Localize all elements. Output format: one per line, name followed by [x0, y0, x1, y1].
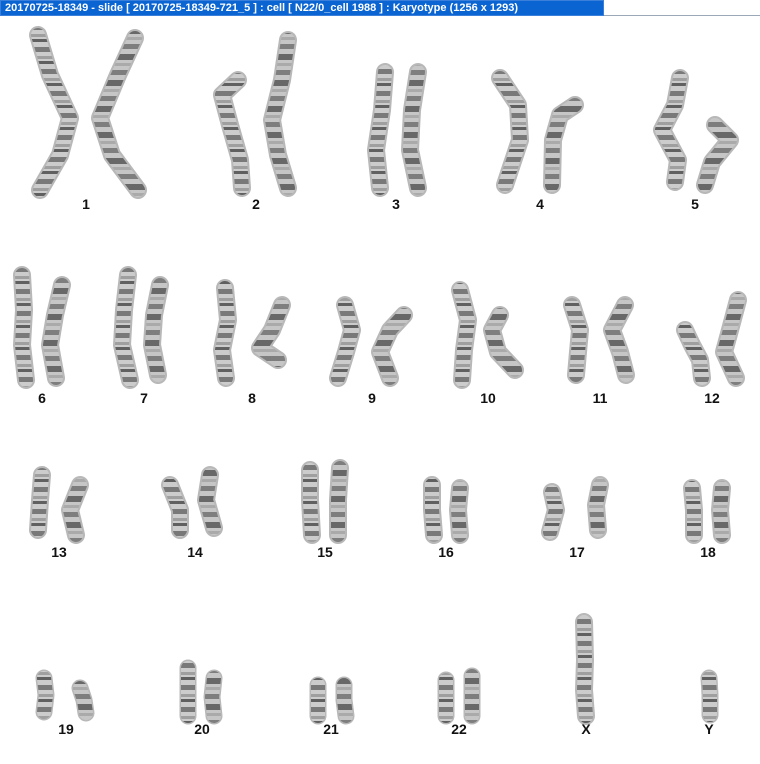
chromosome-label-12: 12 [704, 390, 720, 406]
chromatid-bands [331, 461, 347, 542]
chromatid-bands [403, 65, 425, 195]
chromosome-label-9: 9 [368, 390, 376, 406]
chromosome-label-17: 17 [569, 544, 585, 560]
chromosome-label-22: 22 [451, 721, 467, 737]
chromatid-bands [493, 71, 527, 192]
chromatid-bands [702, 671, 717, 722]
chromosome-pair-1 [29, 26, 147, 199]
chromosome-label-7: 7 [140, 390, 148, 406]
chromatid-bands [73, 681, 93, 720]
chromatid-bands [115, 268, 137, 387]
chromosome-pair-4 [491, 69, 584, 194]
chromosome-pair-2 [213, 31, 297, 197]
chromosome-label-18: 18 [700, 544, 716, 560]
chromosome-pair-19 [35, 669, 95, 722]
chromosome-pair-6 [13, 266, 71, 389]
chromosome-pair-7 [113, 266, 169, 389]
chromatid-bands [577, 615, 593, 723]
chromatid-bands [543, 485, 563, 539]
chromosome-label-15: 15 [317, 544, 333, 560]
chromatid-bands [565, 298, 587, 382]
chromosome-pair-5 [653, 69, 739, 194]
chromatid-bands [369, 65, 392, 195]
chromosome-label-Y: Y [704, 721, 714, 737]
chromatid-bands [698, 118, 737, 192]
chromosome-label-4: 4 [536, 196, 544, 212]
window-title-bar[interactable]: 20170725-18349 - slide [ 20170725-18349-… [0, 0, 604, 16]
chromosome-pair-11 [563, 296, 635, 384]
chromatid-bands [215, 281, 235, 385]
chromosome-pair-22 [437, 667, 481, 725]
chromatid-bands [337, 678, 353, 723]
chromosome-pair-8 [213, 279, 291, 387]
chromosome-label-2: 2 [252, 196, 260, 212]
karyotype-panel: 1 2 3 4 56 7 8 9 10 11 1213 14 15 16 17 1819 20 21 22 X Y [13, 26, 747, 737]
chromosome-label-1: 1 [82, 196, 90, 212]
chromosome-label-10: 10 [480, 390, 496, 406]
chromatid-bands [205, 671, 221, 723]
chromatid-bands [451, 481, 467, 542]
chromosome-label-11: 11 [593, 390, 608, 406]
chromosome-label-6: 6 [38, 390, 46, 406]
chromosome-label-16: 16 [438, 544, 454, 560]
chromosome-pair-X [575, 613, 595, 725]
chromatid-bands [453, 283, 475, 387]
chromatid-bands [425, 478, 441, 542]
chromosome-label-X: X [581, 721, 591, 737]
window-title: 20170725-18349 - slide [ 20170725-18349-… [5, 2, 519, 14]
chromatid-bands [31, 468, 49, 537]
chromatid-bands [303, 463, 319, 542]
chromatid-bands [145, 278, 167, 382]
chromosome-pair-21 [309, 676, 355, 725]
chromosome-pair-10 [451, 281, 524, 389]
chromatid-bands [15, 268, 33, 387]
chromosome-pair-12 [676, 291, 747, 387]
chromosome-label-13: 13 [51, 544, 67, 560]
chromatid-bands [713, 481, 729, 542]
chromosome-pair-Y [700, 669, 719, 724]
chromatid-bands [265, 33, 295, 195]
chromosome-label-19: 19 [58, 721, 74, 737]
chromosome-pair-20 [179, 659, 223, 725]
chromatid-bands [589, 478, 607, 537]
chromosome-pair-3 [367, 63, 427, 197]
chromosome-pair-17 [541, 476, 609, 541]
chromosome-pair-14 [161, 466, 223, 539]
chromosome-label-3: 3 [392, 196, 400, 212]
chromosome-label-8: 8 [248, 390, 256, 406]
chromosome-label-20: 20 [194, 721, 210, 737]
chromosome-pair-13 [29, 466, 89, 544]
chromosome-pair-16 [423, 476, 469, 544]
chromosome-pair-18 [683, 479, 731, 544]
chromatid-bands [199, 468, 221, 535]
chromatid-bands [37, 671, 53, 719]
chromosome-pair-15 [301, 459, 349, 544]
chromosome-pair-9 [329, 296, 413, 387]
chromosome-label-5: 5 [691, 196, 699, 212]
chromosome-label-21: 21 [323, 721, 339, 737]
chromatid-bands [685, 481, 701, 542]
chromosome-label-14: 14 [187, 544, 203, 560]
